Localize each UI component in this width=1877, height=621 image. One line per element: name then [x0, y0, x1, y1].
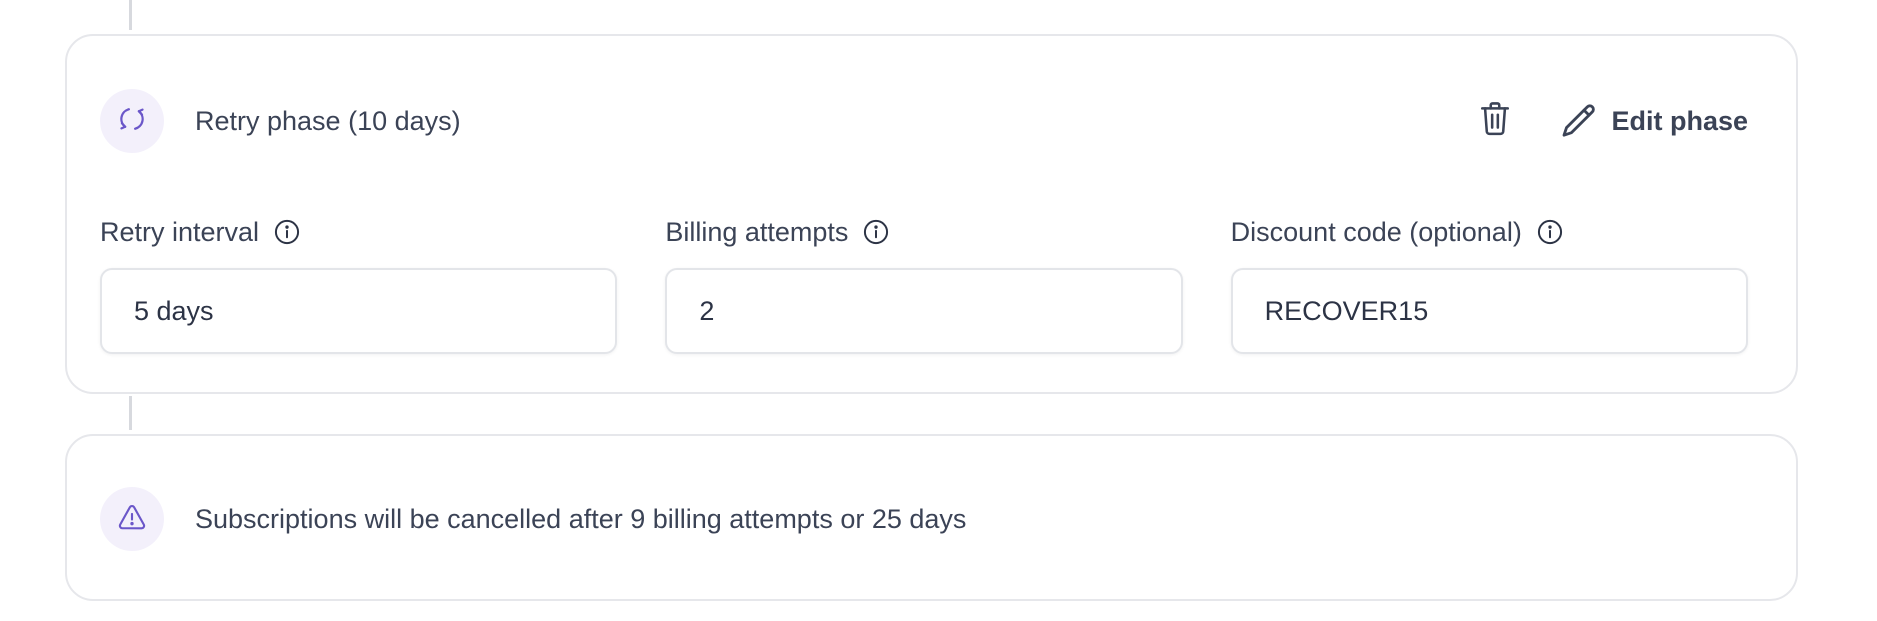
- timeline-connector: [129, 396, 132, 430]
- timeline-connector: [129, 0, 132, 30]
- retry-interval-label-row: Retry interval: [100, 212, 617, 252]
- billing-attempts-input[interactable]: [665, 268, 1183, 354]
- phase-fields: Retry interval Billing attempts: [100, 212, 1748, 354]
- info-icon[interactable]: [1536, 218, 1564, 246]
- phase-actions: Edit phase: [1473, 99, 1748, 143]
- discount-code-label: Discount code (optional): [1230, 216, 1522, 247]
- billing-attempts-label-row: Billing attempts: [665, 212, 1182, 252]
- discount-code-field-group: Discount code (optional): [1230, 212, 1748, 354]
- retry-phase-card: Retry phase (10 days) Edit phase Retry i…: [65, 34, 1798, 394]
- discount-code-input[interactable]: [1230, 268, 1748, 354]
- edit-phase-button[interactable]: Edit phase: [1559, 101, 1748, 141]
- discount-code-label-row: Discount code (optional): [1231, 212, 1748, 252]
- info-icon[interactable]: [862, 218, 890, 246]
- phase-title: Retry phase (10 days): [195, 105, 461, 136]
- phase-header: Retry phase (10 days) Edit phase: [100, 88, 1748, 154]
- retry-interval-input[interactable]: [100, 268, 618, 354]
- notice-icon-badge: [100, 487, 164, 551]
- billing-attempts-field-group: Billing attempts: [665, 212, 1183, 354]
- cancellation-notice-text: Subscriptions will be cancelled after 9 …: [195, 503, 967, 534]
- retry-interval-label: Retry interval: [100, 216, 260, 247]
- edit-phase-label: Edit phase: [1611, 105, 1748, 136]
- retry-interval-field-group: Retry interval: [100, 212, 618, 354]
- retry-flow: Retry phase (10 days) Edit phase Retry i…: [0, 0, 1877, 621]
- cancellation-notice-card: Subscriptions will be cancelled after 9 …: [65, 434, 1798, 601]
- delete-phase-button[interactable]: [1473, 99, 1517, 143]
- billing-attempts-label: Billing attempts: [665, 216, 849, 247]
- phase-icon-badge: [100, 89, 164, 153]
- warning-icon: [117, 502, 147, 537]
- info-icon[interactable]: [273, 218, 301, 246]
- refresh-icon: [117, 104, 147, 139]
- trash-icon: [1478, 100, 1512, 143]
- pencil-icon: [1559, 101, 1599, 141]
- cancellation-notice: Subscriptions will be cancelled after 9 …: [100, 486, 966, 552]
